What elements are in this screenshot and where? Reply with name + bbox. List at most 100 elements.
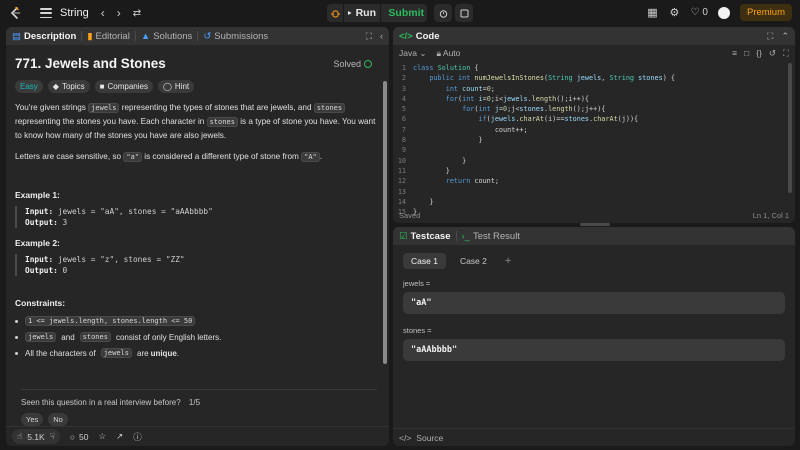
statement-text: representing the types of stones that ar… (119, 103, 314, 112)
input-label: Input: (25, 255, 54, 264)
topics-tag[interactable]: ◆ Topics (47, 80, 90, 93)
lock-icon: ■ (99, 82, 105, 91)
collapse-icon[interactable]: ‹ (380, 31, 383, 42)
avatar[interactable] (717, 6, 730, 19)
code-line[interactable]: 14 } (393, 197, 795, 207)
debug-button[interactable] (327, 4, 343, 22)
inline-code: jewels (88, 103, 120, 113)
note-icon (460, 9, 468, 17)
checkbox-icon: ☑ (399, 230, 408, 242)
tab-testcase[interactable]: ☑ Testcase (399, 231, 451, 242)
prev-problem-icon[interactable]: ‹ (101, 6, 105, 20)
hint-tag[interactable]: ◯ Hint (157, 80, 195, 93)
share-icon[interactable]: ↗ (116, 431, 123, 442)
format-icon[interactable]: ≡ (732, 48, 737, 59)
tab-editorial[interactable]: ▮ Editorial (87, 31, 130, 42)
code-line[interactable]: 13 (393, 187, 795, 197)
comment-icon: ○ (69, 431, 76, 442)
settings-gear-icon[interactable]: ⚙ (668, 7, 680, 19)
code-token: count; (474, 177, 499, 186)
no-button[interactable]: No (48, 413, 68, 426)
collapse-icon[interactable]: ⌃ (781, 31, 789, 42)
code-line[interactable]: 11 } (393, 166, 795, 176)
streak-counter[interactable]: ♡ 0 (690, 7, 708, 18)
difficulty-badge: Easy (15, 80, 43, 93)
problem-list-title[interactable]: String (60, 7, 89, 19)
tab-test-result[interactable]: ›_ Test Result (462, 231, 520, 242)
add-case-icon[interactable]: + (505, 255, 511, 267)
list-item: 1 <= jewels.length, stones.length <= 50 (15, 316, 379, 326)
case-2-tab[interactable]: Case 2 (452, 253, 495, 269)
code-line[interactable]: 3 int count = 0; (393, 84, 795, 94)
autosave-label: Auto (442, 47, 461, 58)
problem-statement: You're given strings jewels representing… (15, 101, 379, 142)
comments-button[interactable]: ○ 50 (70, 432, 89, 442)
thumbs-down-icon[interactable]: ☟ (50, 431, 55, 442)
tab-description[interactable]: ▤ Description (12, 31, 76, 42)
run-button[interactable]: Run (344, 4, 380, 22)
tab-submissions[interactable]: ↺ Submissions (203, 31, 268, 42)
output-label: Output: (25, 266, 58, 275)
leetcode-logo-icon[interactable] (8, 6, 22, 20)
maximize-icon[interactable]: ⛶ (366, 31, 372, 42)
case-1-tab[interactable]: Case 1 (403, 253, 446, 269)
tab-solutions[interactable]: ▲ Solutions (141, 31, 193, 42)
code-line[interactable]: 9 (393, 145, 795, 155)
reset-icon[interactable]: ↺ (769, 48, 776, 59)
yes-button[interactable]: Yes (21, 413, 44, 426)
code-line[interactable]: 12 return count; (393, 176, 795, 186)
code-line[interactable]: 4 for(int i = 0 ;i< jewels. length ();i++){ (393, 94, 795, 104)
tab-code[interactable]: </> Code (399, 31, 440, 42)
code-line[interactable]: 2 public int numJewelsInStones(String je… (393, 73, 795, 83)
code-line[interactable]: 5 for(int j = 0 ;j< stones. length ();j++){ (393, 104, 795, 114)
check-circle-icon (364, 60, 372, 68)
code-line[interactable]: 7 count++; (393, 125, 795, 135)
notes-button[interactable] (455, 4, 473, 22)
premium-button[interactable]: Premium (739, 4, 792, 21)
source-button[interactable]: Source (416, 433, 443, 443)
editor-scrollbar[interactable] (788, 63, 792, 193)
tab-label: Solutions (153, 30, 193, 42)
code-tab-bar: </> Code ⛶ ⌃ (393, 27, 795, 45)
save-status: Saved (399, 210, 421, 220)
description-scrollbar[interactable] (383, 57, 387, 446)
code-editor[interactable]: 1 class Solution {2 public int numJewelsI… (393, 61, 795, 216)
code-token: class (413, 64, 438, 72)
problem-list-icon[interactable] (40, 8, 52, 18)
autosave-indicator[interactable]: 🔒︎ Auto (436, 48, 460, 59)
code-line[interactable]: 6 if(jewels. charAt (i)== stones. charAt (j))… (393, 114, 795, 124)
like-button[interactable]: ☝ 5.1K ☟ (12, 429, 60, 444)
braces-icon[interactable]: {} (756, 48, 762, 59)
inline-code: "a" (123, 152, 142, 162)
code-token: charAt (593, 115, 618, 124)
stones-input[interactable]: "aAAbbbb" (403, 339, 785, 361)
language-select[interactable]: Java ⌄ (399, 48, 426, 59)
jewels-input[interactable]: "aA" (403, 292, 785, 314)
help-icon[interactable]: ⓘ (133, 431, 142, 443)
code-line[interactable]: 1 class Solution { (393, 63, 795, 73)
timer-button[interactable] (434, 4, 452, 22)
next-problem-icon[interactable]: › (117, 6, 121, 20)
bookmark-icon[interactable]: □ (744, 48, 749, 59)
code-token: numJewelsInStones (474, 74, 544, 83)
scrollbar-thumb[interactable] (383, 81, 387, 364)
book-icon: ▮ (87, 30, 93, 42)
star-icon[interactable]: ☆ (98, 431, 106, 442)
constraints-heading: Constraints: (15, 298, 66, 308)
maximize-icon[interactable]: ⛶ (767, 31, 773, 42)
code-token: } (413, 156, 467, 165)
code-line[interactable]: 10 } (393, 156, 795, 166)
statement-text: . (319, 152, 323, 161)
tab-divider (134, 31, 136, 41)
submit-button[interactable]: Submit (381, 4, 427, 22)
code-token: jewels (503, 94, 528, 103)
shuffle-icon[interactable]: ⇄ (133, 8, 141, 19)
fullscreen-icon[interactable]: ⛶ (783, 48, 789, 59)
layout-grid-icon[interactable]: ▦ (646, 7, 658, 19)
list-item: All the characters of jewels are unique. (15, 348, 379, 358)
code-line[interactable]: 8 } (393, 135, 795, 145)
page-title: 771. Jewels and Stones (15, 56, 166, 71)
panel-resize-handle[interactable] (580, 223, 610, 226)
code-token: ; (490, 84, 495, 93)
companies-tag[interactable]: ■ Companies (94, 80, 153, 93)
